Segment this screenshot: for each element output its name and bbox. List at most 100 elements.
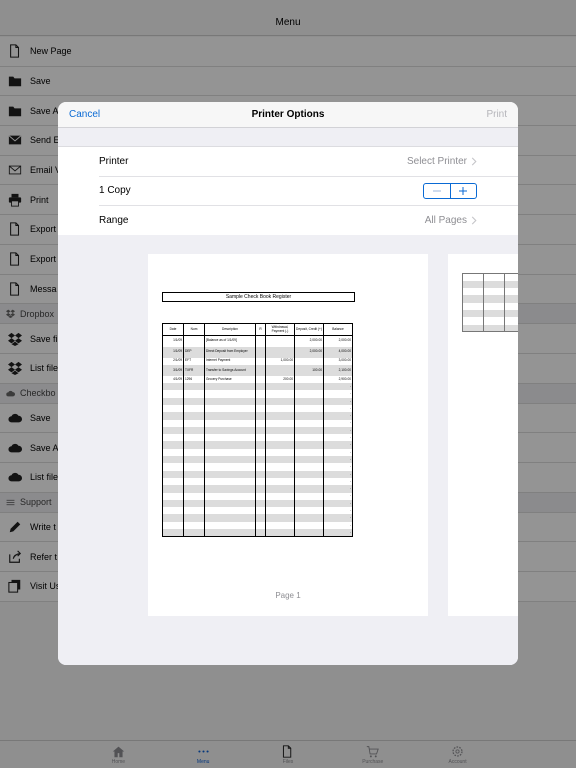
register-cell: Transfer to Savings Account: [204, 364, 256, 376]
register-cell: -: [323, 477, 353, 486]
register-cell: 2,900.00: [323, 375, 353, 384]
register-cell: 2/1/09: [162, 357, 184, 365]
printer-row[interactable]: Printer Select Printer: [99, 147, 518, 177]
register-cell: [204, 456, 256, 464]
register-column-header: Balance: [323, 323, 353, 336]
register-cell: [204, 529, 256, 537]
register-cell: [204, 426, 256, 435]
register-cell: [255, 346, 266, 358]
register-empty-row: -: [162, 434, 353, 442]
print-button[interactable]: Print: [486, 109, 507, 120]
register-row: 3/1/09 TXFR Transfer to Savings Account 100…: [162, 364, 353, 376]
register-cell: -: [323, 412, 353, 420]
page-2-cell: [462, 288, 484, 296]
register-cell: [294, 514, 324, 522]
copies-label: 1 Copy: [99, 185, 131, 197]
range-value-text: All Pages: [424, 215, 467, 227]
preview-page-1[interactable]: Sample Check Book Register Date Num Descri…: [148, 254, 428, 616]
register-cell: -: [323, 383, 353, 391]
page-2-row: [462, 295, 518, 303]
register-cell: [183, 463, 205, 471]
register-column-header: Deposit, Credit (+): [294, 323, 324, 336]
register-cell: 2,000.00: [294, 346, 324, 358]
register-cell: [255, 456, 266, 464]
register-cell: [265, 456, 295, 464]
chevron-right-icon: [471, 157, 477, 166]
register-cell: [255, 335, 266, 347]
page-2-row: [462, 288, 518, 296]
register-empty-row: -: [162, 485, 353, 493]
register-table: Date Num Description R Withdrawal, Payment (…: [162, 323, 353, 537]
register-cell: -: [323, 390, 353, 398]
register-cell: [265, 448, 295, 457]
register-cell: [294, 448, 324, 457]
page-2-cell: [504, 295, 518, 303]
printer-value[interactable]: Select Printer: [407, 156, 477, 167]
register-cell: [183, 507, 205, 515]
page-2-cell: [504, 324, 518, 333]
register-cell: [204, 477, 256, 486]
register-cell: [162, 507, 184, 515]
register-cell: -: [323, 463, 353, 471]
register-cell: [204, 470, 256, 478]
register-cell: [255, 521, 266, 530]
page-2-cell: [504, 280, 518, 289]
register-cell: -: [323, 426, 353, 435]
register-cell: [162, 434, 184, 442]
register-cell: [204, 419, 256, 427]
range-value[interactable]: All Pages: [425, 215, 477, 226]
page-2-cell: [483, 280, 505, 289]
increment-button[interactable]: [451, 184, 477, 198]
register-cell: [162, 521, 184, 530]
register-cell: [255, 485, 266, 493]
register-cell: [183, 456, 205, 464]
register-cell: Internet Payment: [204, 357, 256, 365]
register-cell: [162, 426, 184, 435]
register-cell: 1/1/09: [162, 346, 184, 358]
register-column-header: Withdrawal, Payment (-): [265, 323, 295, 336]
page-2-row: [462, 317, 518, 325]
register-cell: [204, 441, 256, 449]
register-cell: [162, 397, 184, 405]
register-cell: [265, 419, 295, 427]
register-cell: 1/1/09: [162, 335, 184, 347]
register-cell: [204, 434, 256, 442]
register-empty-row: -: [162, 456, 353, 464]
register-column-header: Num: [183, 323, 205, 336]
register-empty-row: -: [162, 529, 353, 537]
register-cell: [265, 383, 295, 391]
register-cell: [183, 441, 205, 449]
register-empty-row: -: [162, 499, 353, 508]
register-cell: -: [323, 448, 353, 457]
range-row[interactable]: Range All Pages: [99, 206, 518, 236]
register-cell: 4,000.00: [323, 346, 353, 358]
register-cell: [Balance as of 1/1/09]: [204, 335, 256, 347]
register-cell: [162, 419, 184, 427]
register-cell: [204, 448, 256, 457]
cancel-button[interactable]: Cancel: [69, 109, 100, 120]
register-cell: [265, 364, 295, 376]
register-cell: [183, 335, 205, 347]
preview-page-2[interactable]: [448, 254, 518, 616]
register-cell: [265, 499, 295, 508]
register-cell: [255, 470, 266, 478]
register-cell: [265, 434, 295, 442]
register-row: 1/1/09 [Balance as of 1/1/09] 2,000.00 2,00…: [162, 335, 353, 347]
register-empty-row: -: [162, 412, 353, 420]
register-cell: 2,100.00: [323, 364, 353, 376]
register-cell: [294, 357, 324, 365]
decrement-button[interactable]: [424, 184, 450, 198]
register-cell: [294, 477, 324, 486]
page-2-row: [462, 272, 518, 281]
register-cell: TXFR: [183, 364, 205, 376]
print-preview[interactable]: Sample Check Book Register Date Num Descri…: [58, 235, 518, 665]
dialog-nav-bar: Cancel Printer Options Print: [58, 102, 518, 128]
register-row: 4/1/09 1296 Grocery Purchase 200.00 2,900.00: [162, 375, 353, 384]
page-number-label: Page 1: [275, 591, 301, 600]
register-cell: [255, 434, 266, 442]
register-cell: [183, 492, 205, 500]
register-cell: [183, 434, 205, 442]
register-cell: [255, 412, 266, 420]
page-2-row: [462, 309, 518, 318]
register-cell: [265, 426, 295, 435]
